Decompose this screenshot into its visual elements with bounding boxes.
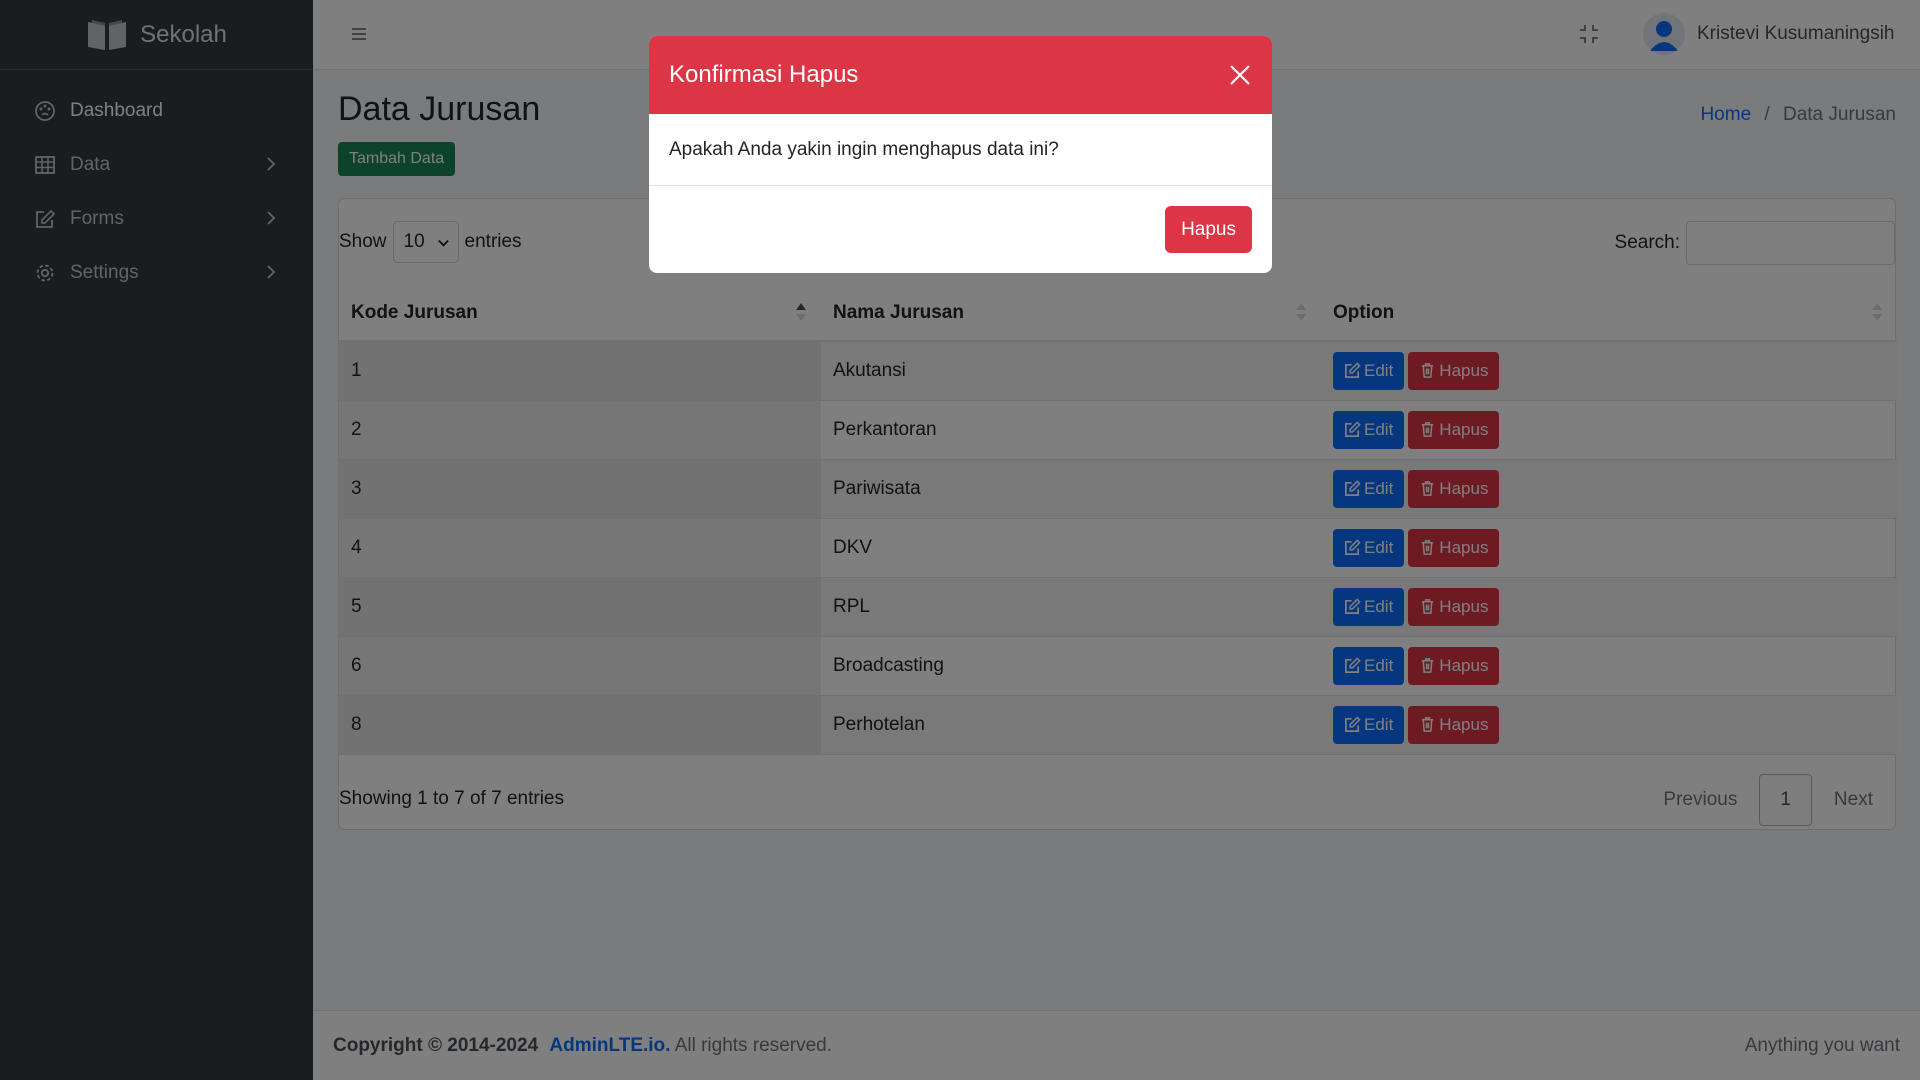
confirm-delete-button[interactable]: Hapus [1165,206,1252,253]
modal-message: Apakah Anda yakin ingin menghapus data i… [669,138,1059,160]
modal-header: Konfirmasi Hapus [649,36,1272,114]
modal-title: Konfirmasi Hapus [669,61,859,88]
modal-footer: Hapus [649,186,1272,273]
close-icon[interactable] [1228,63,1252,87]
modal-body: Apakah Anda yakin ingin menghapus data i… [649,114,1272,186]
delete-confirm-modal: Konfirmasi Hapus Apakah Anda yakin ingin… [649,36,1272,273]
